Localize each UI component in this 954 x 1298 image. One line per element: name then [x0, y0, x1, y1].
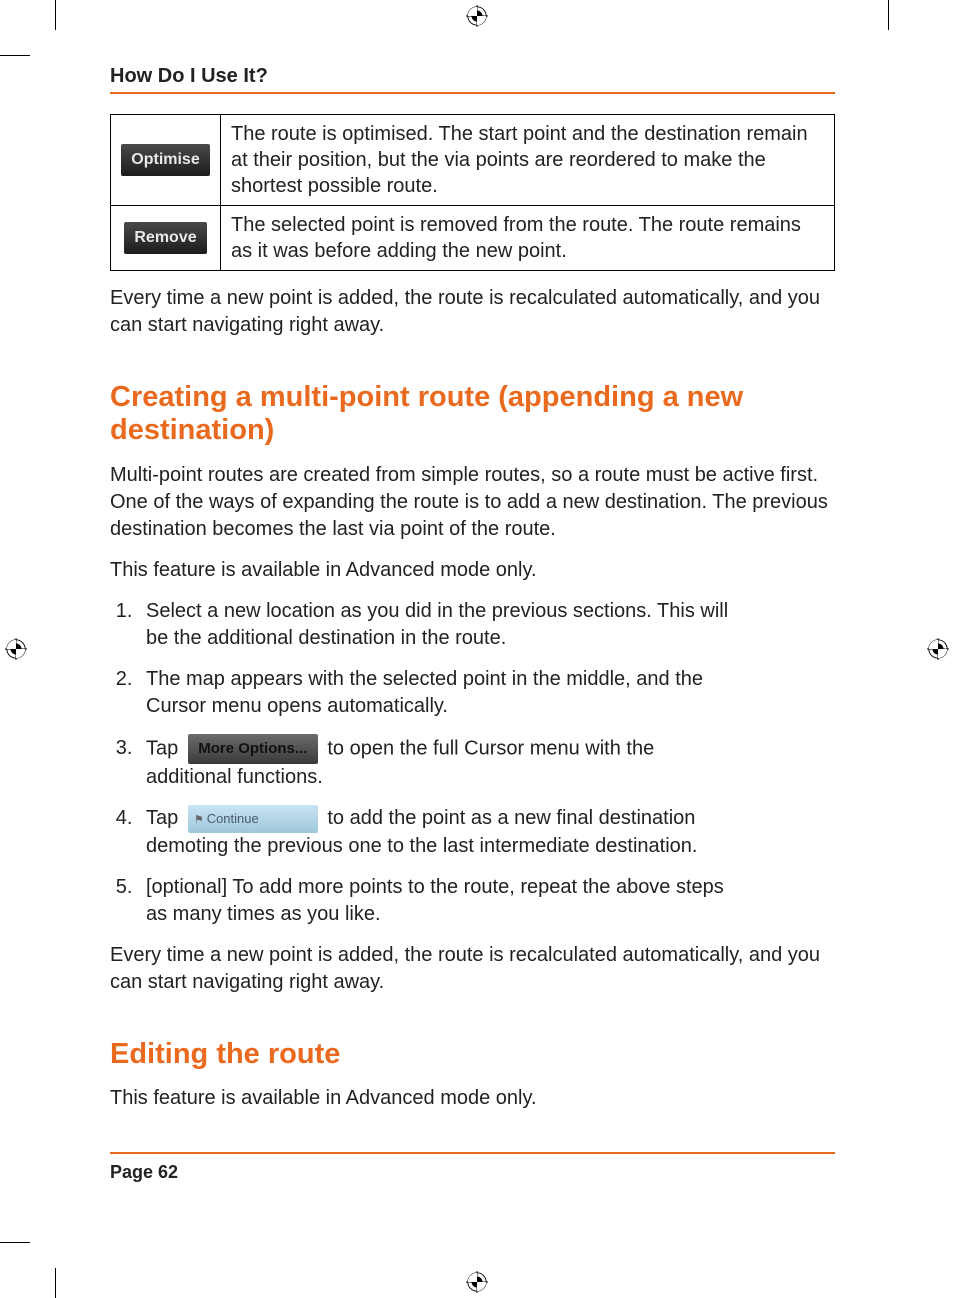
table-cell-description: The route is optimised. The start point …	[221, 115, 835, 206]
table-cell-button: Optimise	[111, 115, 221, 206]
more-options-button[interactable]: More Options...	[188, 734, 318, 764]
continue-button[interactable]: ⚑Continue	[188, 805, 318, 833]
table-row: Optimise The route is optimised. The sta…	[111, 115, 835, 206]
printer-mark-icon	[466, 5, 488, 27]
running-header: How Do I Use It?	[110, 65, 835, 88]
section-heading-creating: Creating a multi-point route (appending …	[110, 381, 835, 448]
step-text-pre: Tap	[146, 737, 184, 759]
step-text: [optional] To add more points to the rou…	[146, 876, 724, 925]
paragraph: Every time a new point is added, the rou…	[110, 285, 835, 339]
optimise-button[interactable]: Optimise	[121, 144, 209, 177]
printer-mark-icon	[466, 1271, 488, 1293]
crop-mark	[888, 0, 889, 30]
crop-mark	[0, 55, 30, 56]
continue-button-label: Continue	[207, 811, 259, 826]
list-item: [optional] To add more points to the rou…	[138, 874, 835, 928]
page-content: How Do I Use It? Optimise The route is o…	[110, 65, 835, 1183]
crop-mark	[55, 0, 56, 30]
paragraph: Every time a new point is added, the rou…	[110, 942, 835, 996]
paragraph: Multi-point routes are created from simp…	[110, 462, 835, 543]
table-cell-description: The selected point is removed from the r…	[221, 206, 835, 271]
paragraph: This feature is available in Advanced mo…	[110, 1085, 835, 1112]
section-heading-editing: Editing the route	[110, 1038, 835, 1071]
crop-mark	[55, 1268, 56, 1298]
list-item: Select a new location as you did in the …	[138, 598, 835, 652]
flag-icon: ⚑	[194, 813, 204, 828]
list-item: The map appears with the selected point …	[138, 666, 835, 720]
header-rule	[110, 92, 835, 94]
list-item: Tap More Options... to open the full Cur…	[138, 734, 835, 791]
printer-mark-icon	[5, 638, 27, 660]
page-number: Page 62	[110, 1162, 835, 1183]
options-table: Optimise The route is optimised. The sta…	[110, 114, 835, 271]
crop-mark	[0, 1242, 30, 1243]
remove-button[interactable]: Remove	[124, 222, 206, 255]
steps-list: Select a new location as you did in the …	[110, 598, 835, 928]
paragraph: This feature is available in Advanced mo…	[110, 557, 835, 584]
footer-rule	[110, 1152, 835, 1154]
step-text: The map appears with the selected point …	[146, 668, 703, 717]
table-cell-button: Remove	[111, 206, 221, 271]
printer-mark-icon	[927, 638, 949, 660]
step-text: Select a new location as you did in the …	[146, 600, 728, 649]
step-text-pre: Tap	[146, 807, 184, 829]
list-item: Tap ⚑Continue to add the point as a new …	[138, 805, 835, 860]
table-row: Remove The selected point is removed fro…	[111, 206, 835, 271]
